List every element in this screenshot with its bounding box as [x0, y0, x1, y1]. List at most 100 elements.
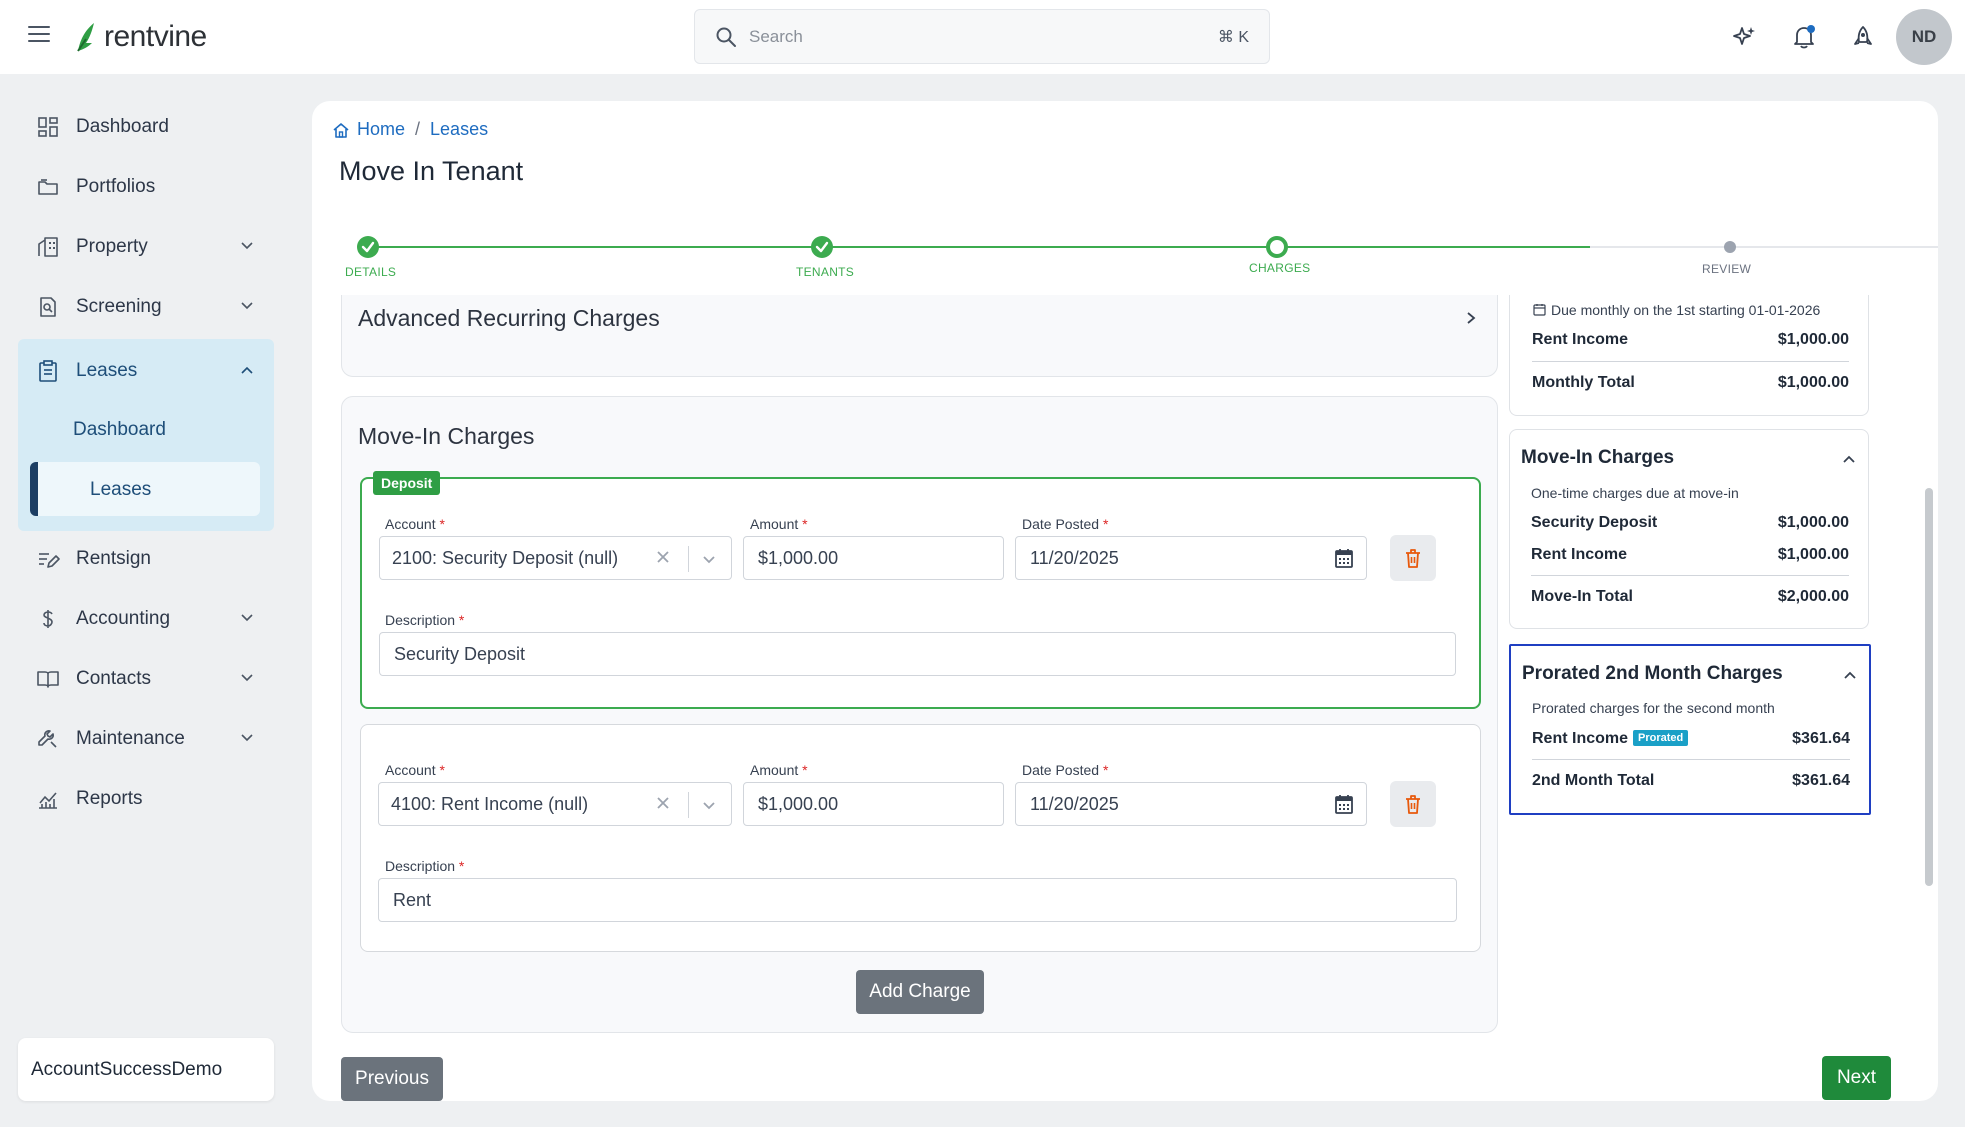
recurring-summary-card: Due monthly on the 1st starting 01-01-20… — [1509, 295, 1869, 416]
dashboard-icon — [38, 117, 58, 137]
screening-icon — [40, 297, 56, 317]
date-posted-label: Date Posted * — [1022, 762, 1109, 778]
step-label-charges: CHARGES — [1249, 261, 1311, 275]
delete-charge-button[interactable] — [1390, 535, 1436, 581]
chart-icon — [39, 792, 57, 809]
step-review-pending[interactable] — [1724, 241, 1736, 253]
sidebar-item-portfolios[interactable]: Portfolios — [18, 162, 274, 212]
chevron-down-icon[interactable] — [701, 552, 717, 568]
previous-button[interactable]: Previous — [341, 1057, 443, 1101]
chevron-down-icon — [241, 302, 253, 310]
sidebar-item-reports[interactable]: Reports — [18, 774, 274, 824]
stepper-remaining-line — [1590, 246, 1938, 248]
summary-scrollbar[interactable] — [1925, 488, 1933, 886]
prorated-row-rent-income: Rent Income Prorated $361.64 — [1532, 730, 1850, 747]
chevron-up-icon[interactable] — [1843, 668, 1857, 682]
description-input[interactable]: Security Deposit — [379, 632, 1456, 676]
advanced-recurring-title: Advanced Recurring Charges — [358, 305, 660, 331]
summary-separator — [1531, 575, 1849, 576]
sidebar-item-label: Rentsign — [76, 548, 151, 569]
move-in-summary-subtitle: One-time charges due at move-in — [1531, 485, 1739, 501]
chevron-down-icon[interactable] — [701, 798, 717, 814]
amount-input[interactable]: $1,000.00 — [743, 782, 1004, 826]
search-icon — [716, 27, 736, 47]
brand-name: rentvine — [104, 20, 207, 53]
rentvine-logo[interactable]: rentvine — [74, 18, 207, 56]
account-select[interactable]: 2100: Security Deposit (null) — [379, 536, 732, 580]
select-divider — [688, 546, 689, 572]
clear-icon[interactable] — [655, 795, 671, 811]
add-charge-button[interactable]: Add Charge — [856, 970, 984, 1014]
sign-icon — [39, 553, 60, 568]
main-panel: Home / Leases Move In Tenant DETAILS TEN… — [312, 101, 1938, 1101]
step-label-tenants: TENANTS — [796, 265, 855, 279]
move-in-row-security-deposit: Security Deposit $1,000.00 — [1531, 514, 1849, 531]
sparkle-icon[interactable] — [1731, 24, 1757, 50]
chevron-down-icon — [241, 242, 253, 250]
check-icon — [815, 241, 829, 253]
step-charges-current[interactable] — [1266, 236, 1288, 258]
move-in-charges-title: Move-In Charges — [358, 423, 535, 449]
breadcrumb-separator: / — [415, 119, 421, 139]
rentvine-leaf-icon — [77, 23, 94, 52]
sidebar-item-maintenance[interactable]: Maintenance — [18, 714, 274, 764]
account-select[interactable]: 4100: Rent Income (null) — [378, 782, 732, 826]
deposit-badge: Deposit — [373, 471, 441, 495]
account-label: Account * — [385, 516, 445, 532]
rocket-icon[interactable] — [1850, 24, 1876, 50]
select-divider — [688, 792, 689, 818]
chevron-down-icon — [241, 614, 253, 622]
chevron-up-icon[interactable] — [1842, 452, 1856, 466]
hamburger-menu-icon[interactable] — [28, 26, 50, 46]
clipboard-icon — [39, 360, 57, 382]
breadcrumb-home-link[interactable]: Home — [357, 119, 405, 140]
chevron-down-icon — [241, 674, 253, 682]
advanced-recurring-charges-card[interactable]: Advanced Recurring Charges — [341, 295, 1498, 377]
description-input[interactable]: Rent — [378, 878, 1457, 922]
description-label: Description * — [385, 858, 465, 874]
calendar-icon[interactable] — [1334, 793, 1354, 815]
user-avatar[interactable]: ND — [1896, 9, 1952, 65]
amount-label: Amount * — [750, 762, 808, 778]
sidebar-item-contacts[interactable]: Contacts — [18, 654, 274, 704]
breadcrumb-leases-link[interactable]: Leases — [430, 119, 488, 140]
sidebar-item-dashboard[interactable]: Dashboard — [18, 102, 274, 152]
home-icon — [333, 122, 349, 138]
dollar-icon — [43, 610, 53, 628]
amount-input[interactable]: $1,000.00 — [743, 536, 1004, 580]
sidebar-item-screening[interactable]: Screening — [18, 282, 274, 332]
summary-separator — [1532, 759, 1850, 760]
global-search-input[interactable]: Search ⌘ K — [694, 9, 1270, 64]
date-posted-input[interactable]: 11/20/2025 — [1015, 536, 1367, 580]
sidebar-item-label: Screening — [76, 296, 162, 317]
account-label: Account * — [385, 762, 445, 778]
account-switcher[interactable]: AccountSuccessDemo — [18, 1038, 274, 1101]
sidebar-item-leases[interactable]: Leases — [18, 346, 274, 396]
delete-charge-button[interactable] — [1390, 781, 1436, 827]
clear-icon[interactable] — [655, 549, 671, 565]
deposit-charge-card: Deposit Account * 2100: Security Deposit… — [360, 471, 1481, 709]
sidebar-subitem-leases-dashboard[interactable]: Dashboard — [73, 419, 166, 441]
prorated-summary-title: Prorated 2nd Month Charges — [1522, 663, 1783, 684]
date-posted-input[interactable]: 11/20/2025 — [1015, 782, 1367, 826]
check-icon — [361, 241, 375, 253]
chevron-right-icon[interactable] — [1464, 311, 1478, 325]
move-in-charges-card: Move-In Charges Deposit Account * 2100: … — [341, 396, 1498, 1033]
step-tenants-complete[interactable] — [811, 236, 833, 258]
next-button[interactable]: Next — [1822, 1056, 1891, 1100]
sidebar-subitem-leases-list[interactable]: Leases — [90, 479, 151, 501]
step-details-complete[interactable] — [357, 236, 379, 258]
page-title: Move In Tenant — [339, 156, 524, 186]
bell-icon[interactable] — [1791, 24, 1817, 50]
top-bar: rentvine Search ⌘ K ND — [0, 0, 1965, 74]
calendar-icon[interactable] — [1334, 547, 1354, 569]
sidebar-item-rentsign[interactable]: Rentsign — [18, 534, 274, 584]
trash-icon — [1406, 795, 1420, 814]
move-in-summary-card: Move-In Charges One-time charges due at … — [1509, 429, 1869, 629]
account-value: 2100: Security Deposit (null) — [392, 547, 619, 568]
book-icon — [37, 671, 59, 688]
sidebar-item-accounting[interactable]: Accounting — [18, 594, 274, 644]
sidebar-item-property[interactable]: Property — [18, 222, 274, 272]
step-label-review: REVIEW — [1702, 262, 1752, 276]
sidebar-item-label: Portfolios — [76, 176, 156, 197]
